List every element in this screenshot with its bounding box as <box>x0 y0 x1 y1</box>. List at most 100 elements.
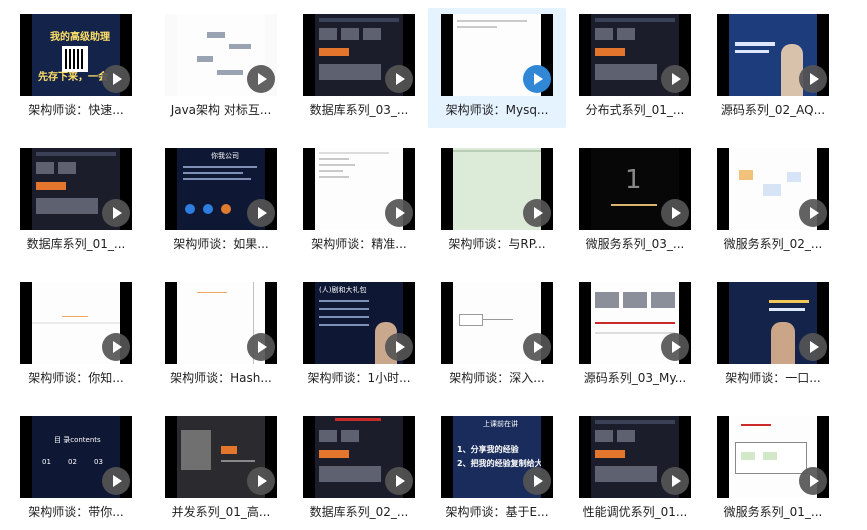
video-file-item[interactable]: 架构师谈：与RP... <box>428 142 566 262</box>
thumbnail-caption: 先存下来，一会 <box>38 72 108 83</box>
video-thumbnail: 1 <box>579 148 691 230</box>
text-line <box>221 460 255 462</box>
video-file-item[interactable]: 数据库系列_01_... <box>7 142 145 262</box>
video-file-item[interactable]: 数据库系列_02_... <box>290 410 428 530</box>
play-icon <box>385 65 413 93</box>
header-bar <box>595 18 675 22</box>
mindmap-node <box>229 44 251 49</box>
video-file-item[interactable]: 1 微服务系列_03_... <box>566 142 704 262</box>
thumbnail-photo <box>319 64 381 80</box>
video-thumbnail <box>579 14 691 96</box>
video-file-item[interactable]: 源码系列_03_My... <box>566 276 704 396</box>
subtitle-line <box>611 204 657 206</box>
thumbnail-caption: 1 <box>625 165 642 195</box>
title-line <box>735 42 775 46</box>
editor-line <box>319 170 343 172</box>
thumbnail-caption: (人)剧和大礼包 <box>319 286 367 294</box>
thumbnail-photo <box>595 48 625 56</box>
play-icon <box>661 199 689 227</box>
thumbnail-photo <box>595 64 657 80</box>
video-file-label: 架构师谈：一口... <box>725 371 821 385</box>
thumbnail-photo <box>595 292 619 308</box>
thumbnail-photo <box>319 450 349 458</box>
presenter-photo <box>771 322 795 364</box>
video-file-item[interactable]: 架构师谈：Mysq... <box>428 8 566 128</box>
icon-circle <box>185 204 195 214</box>
video-file-item[interactable]: 架构师谈：Hash... <box>152 276 290 396</box>
video-thumbnail <box>303 148 415 230</box>
video-file-item[interactable]: 架构师谈：精准... <box>290 142 428 262</box>
play-icon <box>523 199 551 227</box>
video-thumbnail <box>441 282 553 364</box>
video-file-item[interactable]: 微服务系列_01_... <box>704 410 842 530</box>
video-file-label: 源码系列_02_AQ... <box>720 103 826 117</box>
video-file-item[interactable]: Java架构 对标互... <box>152 8 290 128</box>
icon-circle <box>221 204 231 214</box>
video-file-item[interactable]: 微服务系列_02_... <box>704 142 842 262</box>
play-icon <box>799 65 827 93</box>
timeline-line <box>595 322 675 324</box>
text-line <box>183 172 243 174</box>
thumbnail-photo <box>36 182 66 190</box>
diagram-node <box>763 184 781 196</box>
thumbnail-photo <box>595 28 613 40</box>
video-file-label: 架构师谈：与RP... <box>448 237 546 251</box>
video-file-item[interactable]: 并发系列_01_高... <box>152 410 290 530</box>
video-file-label: 架构师谈：1小时... <box>307 371 411 385</box>
video-thumbnail <box>441 148 553 230</box>
text-line <box>183 166 257 168</box>
video-file-item[interactable]: (人)剧和大礼包 架构师谈：1小时... <box>290 276 428 396</box>
play-icon <box>385 333 413 361</box>
video-file-item[interactable]: 数据库系列_03_... <box>290 8 428 128</box>
thumbnail-photo <box>181 430 211 470</box>
video-file-item[interactable]: 你我公司 架构师谈：如果... <box>152 142 290 262</box>
thumbnail-photo <box>651 292 675 308</box>
diagram-node <box>787 172 801 182</box>
video-file-label: 微服务系列_02_... <box>723 237 823 251</box>
play-icon <box>247 333 275 361</box>
video-thumbnail: 上课前在讲 1、分享我的经验 2、把我的经验复制给大家 <box>441 416 553 498</box>
qr-code-image <box>62 46 88 72</box>
video-file-item[interactable]: 架构师谈：一口... <box>704 276 842 396</box>
video-file-item[interactable]: 我的高级助理 先存下来，一会 架构师谈：快速... <box>7 8 145 128</box>
video-file-label: 架构师谈：快速... <box>28 103 124 117</box>
video-file-item[interactable]: 上课前在讲 1、分享我的经验 2、把我的经验复制给大家 架构师谈：基于E... <box>428 410 566 530</box>
play-icon <box>523 65 551 93</box>
video-thumbnail: 我的高级助理 先存下来，一会 <box>20 14 132 96</box>
thumbnail-photo <box>617 430 635 442</box>
thumbnail-caption: 03 <box>94 458 103 466</box>
video-thumbnail <box>165 282 277 364</box>
video-thumbnail <box>717 282 829 364</box>
editor-line <box>457 26 497 28</box>
video-file-item[interactable]: 源码系列_02_AQ... <box>704 8 842 128</box>
text-line <box>595 332 675 334</box>
video-thumbnail <box>717 14 829 96</box>
header-bar <box>36 152 116 156</box>
video-file-item[interactable]: 分布式系列_01_... <box>566 8 704 128</box>
mindmap-node <box>207 32 225 38</box>
thumbnail-photo <box>595 450 625 458</box>
icon-circle <box>203 204 213 214</box>
video-file-label: 架构师谈：Mysq... <box>445 103 549 117</box>
video-file-item[interactable]: 性能调优系列_01... <box>566 410 704 530</box>
video-file-item[interactable]: 架构师谈：深入... <box>428 276 566 396</box>
play-icon <box>799 199 827 227</box>
video-file-label: 微服务系列_03_... <box>585 237 685 251</box>
video-file-label: 数据库系列_01_... <box>26 237 126 251</box>
title-line <box>769 300 809 303</box>
editor-line <box>457 20 527 22</box>
video-file-item[interactable]: 架构师谈：你知... <box>7 276 145 396</box>
video-file-label: 架构师谈：Hash... <box>170 371 272 385</box>
play-icon <box>102 199 130 227</box>
video-thumbnail: 目 录contents 01 02 03 <box>20 416 132 498</box>
video-file-item[interactable]: 目 录contents 01 02 03 架构师谈：带你... <box>7 410 145 530</box>
thumbnail-photo <box>36 162 54 174</box>
play-icon <box>799 333 827 361</box>
mindmap-node <box>217 70 243 75</box>
text-line <box>319 300 369 302</box>
thumbnail-photo <box>319 48 349 56</box>
editor-line <box>319 164 355 166</box>
play-icon <box>247 467 275 495</box>
diagram-node <box>739 170 753 180</box>
play-icon <box>661 65 689 93</box>
